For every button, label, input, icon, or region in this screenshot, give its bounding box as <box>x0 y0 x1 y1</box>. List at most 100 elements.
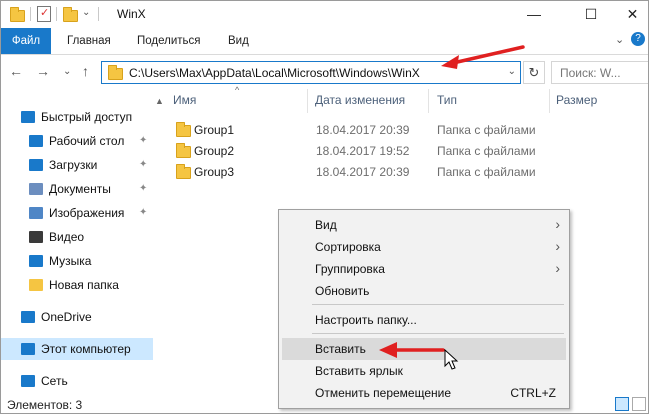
sidebar-item-label: Рабочий стол <box>49 134 125 148</box>
pictures-icon <box>29 207 43 219</box>
file-date: 18.04.2017 20:39 <box>316 123 410 137</box>
divider <box>98 7 99 21</box>
column-divider[interactable] <box>428 89 429 113</box>
sidebar-item-label: Документы <box>49 182 111 196</box>
file-date: 18.04.2017 20:39 <box>316 165 410 179</box>
file-name: Group1 <box>194 123 235 137</box>
downloads-icon <box>29 159 43 171</box>
folder-icon <box>176 122 191 137</box>
desktop-icon <box>29 135 43 147</box>
column-header-name[interactable]: Имя <box>173 93 196 111</box>
sidebar-item-label: Новая папка <box>49 278 119 292</box>
sidebar-item-label: Видео <box>49 230 85 244</box>
sidebar-item-label: Сеть <box>41 374 68 388</box>
file-type: Папка с файлами <box>437 123 536 137</box>
menu-item-label: Сортировка <box>315 240 381 254</box>
file-row[interactable]: Group2 18.04.2017 19:52 Папка с файлами <box>171 141 581 161</box>
sidebar-item-label: Изображения <box>49 206 125 220</box>
sidebar-item[interactable]: Загрузки ✦ <box>1 154 153 176</box>
pin-icon[interactable]: ✦ <box>139 135 147 146</box>
forward-arrow-icon[interactable]: → <box>36 63 50 79</box>
mouse-cursor-icon <box>444 349 459 370</box>
sidebar-item[interactable]: OneDrive <box>1 306 153 328</box>
sidebar-item[interactable]: Сеть <box>1 370 153 392</box>
file-row[interactable]: Group1 18.04.2017 20:39 Папка с файлами <box>171 120 581 140</box>
music-icon <box>29 255 43 267</box>
explorer-window: ✓ ⌄ WinX — ☐ ✕ Файл Главная Поделиться В… <box>0 0 649 414</box>
folder-icon <box>108 65 123 80</box>
sidebar-item[interactable]: Музыка <box>1 250 153 272</box>
column-header-date[interactable]: Дата изменения <box>315 93 405 111</box>
folder-icon <box>176 164 191 179</box>
menu-item-refresh[interactable]: Обновить <box>282 280 566 302</box>
chevron-right-icon: › <box>555 216 560 232</box>
large-icons-view-icon[interactable] <box>632 397 646 411</box>
file-type: Папка с файлами <box>437 144 536 158</box>
pin-icon[interactable]: ✦ <box>139 159 147 170</box>
sidebar-item[interactable]: Новая папка <box>1 274 153 296</box>
details-view-icon[interactable] <box>615 397 629 411</box>
back-arrow-icon[interactable]: ← <box>9 63 23 79</box>
window-title: WinX <box>117 7 146 21</box>
tab-view[interactable]: Вид <box>220 28 257 54</box>
folder-icon <box>10 7 25 22</box>
status-bar: Элементов: 3 <box>1 395 648 413</box>
up-arrow-icon[interactable]: ↑ <box>82 63 89 79</box>
properties-icon[interactable]: ✓ <box>37 6 51 22</box>
help-icon[interactable]: ? <box>631 32 645 46</box>
sidebar-item[interactable]: Изображения ✦ <box>1 202 153 224</box>
tab-home[interactable]: Главная <box>59 28 119 54</box>
sidebar-item[interactable]: Документы ✦ <box>1 178 153 200</box>
customize-toolbar-icon[interactable]: ⌄ <box>82 7 90 18</box>
title-bar: ✓ ⌄ WinX — ☐ ✕ <box>1 1 648 28</box>
column-divider[interactable] <box>549 89 550 113</box>
address-row: ← → ⌄ ↑ C:\Users\Max\AppData\Local\Micro… <box>1 56 648 88</box>
address-path[interactable]: C:\Users\Max\AppData\Local\Microsoft\Win… <box>129 66 420 80</box>
scroll-up-icon[interactable]: ▲ <box>155 96 164 106</box>
divider <box>56 7 57 21</box>
expand-ribbon-icon[interactable]: ⌄ <box>615 33 624 46</box>
menu-item-label: Вставить ярлык <box>315 364 403 378</box>
pin-icon[interactable]: ✦ <box>139 183 147 194</box>
recent-locations-icon[interactable]: ⌄ <box>63 66 71 77</box>
sidebar-item[interactable]: Рабочий стол ✦ <box>1 130 153 152</box>
pin-icon[interactable]: ✦ <box>139 207 147 218</box>
file-row[interactable]: Group3 18.04.2017 20:39 Папка с файлами <box>171 162 581 182</box>
tab-share[interactable]: Поделиться <box>129 28 209 54</box>
annotation-arrow-icon <box>379 342 445 358</box>
sidebar-item-label: Быстрый доступ <box>41 110 133 124</box>
divider <box>30 7 31 21</box>
minimize-button[interactable]: — <box>511 1 557 27</box>
search-input[interactable]: Поиск: W... <box>551 61 648 84</box>
network-icon <box>21 375 35 387</box>
file-name: Group2 <box>194 144 235 158</box>
menu-item-group[interactable]: Группировка › <box>282 258 566 280</box>
column-header-size[interactable]: Размер <box>556 93 597 111</box>
sidebar-item[interactable]: Этот компьютер <box>1 338 153 360</box>
menu-item-label: Настроить папку... <box>315 313 417 327</box>
maximize-button[interactable]: ☐ <box>568 1 614 27</box>
sidebar-item-label: Этот компьютер <box>41 342 131 356</box>
file-name: Group3 <box>194 165 235 179</box>
ribbon-tabs: Файл Главная Поделиться Вид ⌄ ? <box>1 28 648 55</box>
sidebar-item[interactable]: Видео <box>1 226 153 248</box>
folder-icon <box>29 279 43 291</box>
column-header-type[interactable]: Тип <box>437 93 457 111</box>
video-icon <box>29 231 43 243</box>
menu-item-view[interactable]: Вид › <box>282 214 566 236</box>
folder-icon <box>176 143 191 158</box>
close-button[interactable]: ✕ <box>615 1 648 27</box>
menu-item-label: Обновить <box>315 284 370 298</box>
menu-item-customize-folder[interactable]: Настроить папку... <box>282 309 566 331</box>
sidebar-item-label: Загрузки <box>49 158 98 172</box>
file-date: 18.04.2017 19:52 <box>316 144 410 158</box>
menu-item-sort[interactable]: Сортировка › <box>282 236 566 258</box>
menu-item-paste-shortcut[interactable]: Вставить ярлык <box>282 360 566 382</box>
column-divider[interactable] <box>307 89 308 113</box>
sidebar-item-label: Музыка <box>49 254 92 268</box>
new-folder-icon[interactable] <box>63 7 78 22</box>
menu-item-label: Вставить <box>315 342 366 356</box>
onedrive-icon <box>21 311 35 323</box>
sidebar-item[interactable]: Быстрый доступ <box>1 106 153 128</box>
tab-file[interactable]: Файл <box>1 28 51 54</box>
